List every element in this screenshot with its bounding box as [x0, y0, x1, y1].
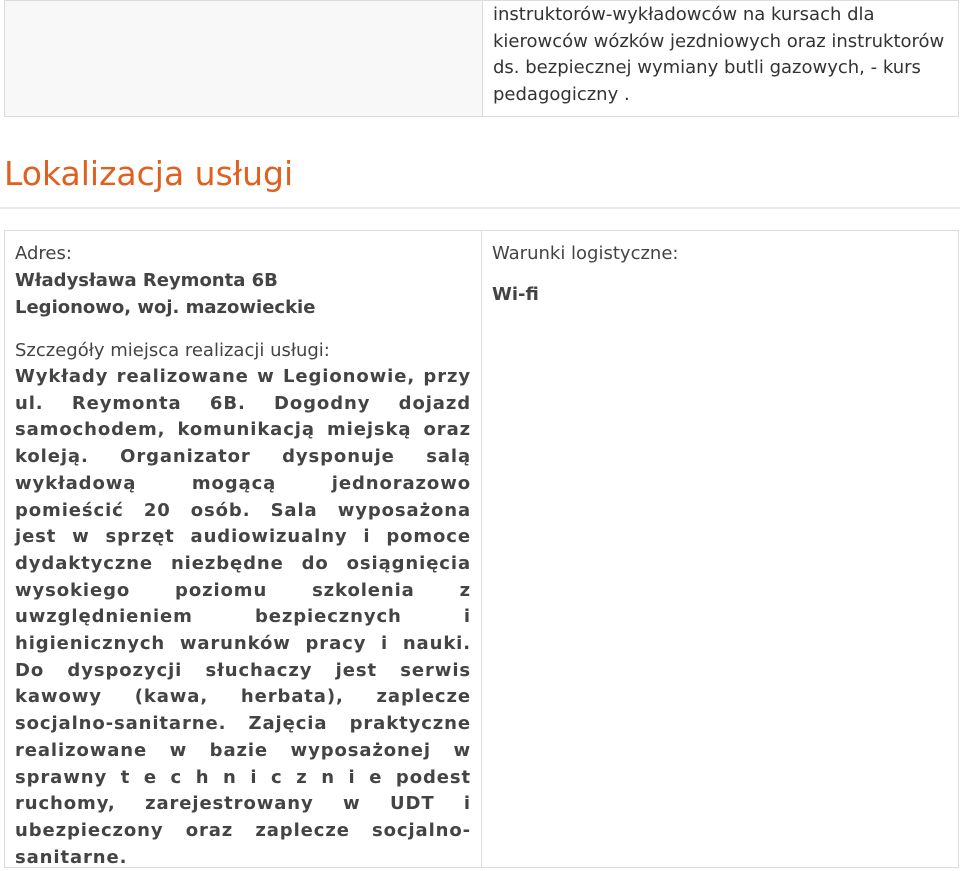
logistics-wifi: Wi-fi: [492, 284, 539, 305]
location-right-column: Warunki logistyczne: Wi-fi: [482, 231, 958, 867]
address-city: Legionowo, woj. mazowieckie: [15, 297, 316, 318]
section-title-location: Lokalizacja usługi: [4, 154, 294, 193]
address-street: Władysława Reymonta 6B: [15, 270, 278, 291]
section-divider: [0, 207, 960, 209]
address-label: Adres:: [15, 243, 72, 264]
logistics-label: Warunki logistyczne:: [492, 243, 679, 264]
details-text: Wykłady realizowane w Legionowie, przy u…: [15, 366, 471, 868]
location-left-column: Adres: Władysława Reymonta 6B Legionowo,…: [5, 231, 482, 868]
previous-info-table: instruktorów-wykładowców na kursach dla …: [4, 0, 959, 117]
details-label: Szczegóły miejsca realizacji usługi:: [15, 340, 330, 361]
previous-info-left-cell: [5, 1, 483, 116]
location-table: Adres: Władysława Reymonta 6B Legionowo,…: [4, 230, 959, 868]
previous-info-text: instruktorów-wykładowców na kursach dla …: [493, 4, 945, 105]
